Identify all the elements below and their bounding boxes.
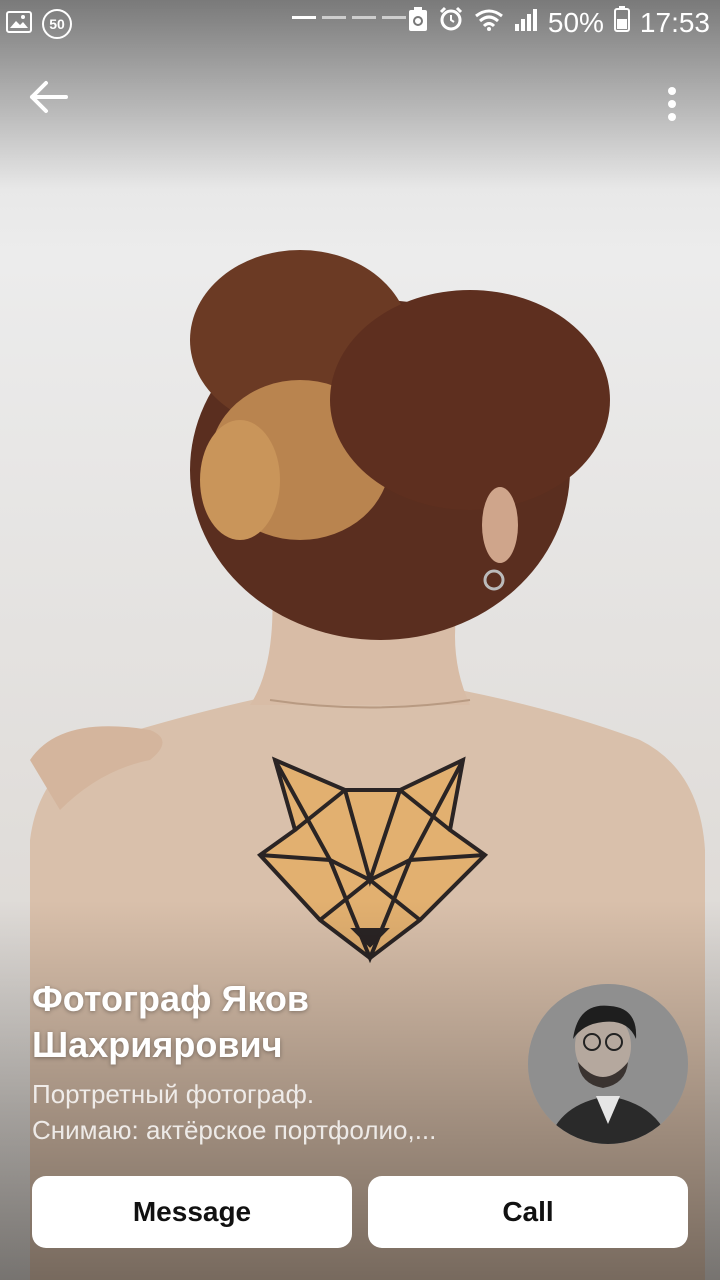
sync-icon <box>408 6 428 39</box>
notification-count-badge: 50 <box>42 9 72 39</box>
profile-bio: Портретный фотограф. Снимаю: актёрское п… <box>32 1076 502 1148</box>
profile-bio-line1: Портретный фотограф. <box>32 1079 315 1109</box>
message-button[interactable]: Message <box>32 1176 352 1248</box>
profile-bio-line2: Снимаю: актёрское портфолио,... <box>32 1115 437 1145</box>
more-options-button[interactable] <box>648 78 696 130</box>
story-progress <box>292 16 406 19</box>
profile-name-line2: Шахриярович <box>32 1024 283 1065</box>
wifi-icon <box>474 7 504 39</box>
arrow-left-icon <box>28 81 68 118</box>
status-bar: 50 50% 17:53 <box>0 0 720 50</box>
battery-percent: 50% <box>547 6 604 38</box>
alarm-icon <box>438 6 464 39</box>
battery-icon <box>613 6 630 39</box>
call-button[interactable]: Call <box>368 1176 688 1248</box>
back-button[interactable] <box>28 80 84 130</box>
clock-time: 17:53 <box>639 6 710 38</box>
more-vertical-icon <box>648 87 696 134</box>
profile-name: Фотограф Яков Шахриярович <box>32 976 502 1068</box>
signal-icon <box>514 7 538 39</box>
profile-name-line1: Фотограф Яков <box>32 978 310 1019</box>
image-icon <box>6 8 32 40</box>
avatar[interactable] <box>528 984 688 1144</box>
